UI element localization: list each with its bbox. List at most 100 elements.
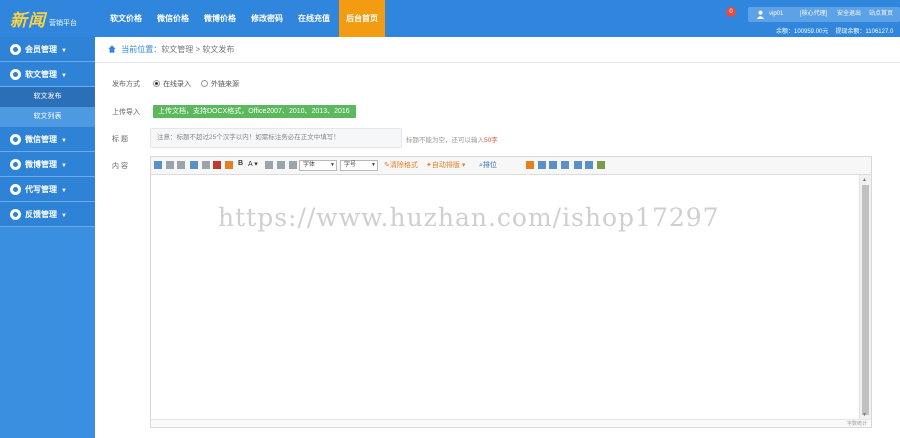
user-name: vip01 <box>769 11 784 17</box>
insert-row-icon[interactable] <box>549 161 557 169</box>
table-icon[interactable] <box>538 161 546 169</box>
logo-subtitle: 营销平台 <box>49 20 77 27</box>
auto-layout-button[interactable]: ✦自动排版 ▾ <box>426 160 465 170</box>
logout-link[interactable]: 安全退出 <box>837 7 861 22</box>
source-code-icon[interactable] <box>154 161 162 169</box>
radio-online[interactable]: 在线录入 <box>153 79 191 89</box>
caret-down-icon: ▼ <box>61 213 67 219</box>
user-icon <box>756 10 765 19</box>
radio-checked-icon <box>153 80 160 87</box>
radio-external-label: 外链来源 <box>211 81 239 88</box>
font-family-value: 字体 <box>303 162 316 168</box>
notification-badge: 0 <box>726 7 736 17</box>
upload-label: 上传导入 <box>112 109 140 116</box>
more-icon[interactable] <box>597 161 605 169</box>
sidebar-item-label: 反馈管理 <box>25 210 57 219</box>
circle-icon <box>10 159 21 170</box>
withdraw-text: 提现余额：1106127.0 <box>835 29 894 35</box>
caret-down-icon: ▼ <box>61 188 67 194</box>
home-icon <box>108 45 116 53</box>
clear-format-label: 清除格式 <box>389 162 418 169</box>
sidebar-item-weibo[interactable]: 微博管理 ▼ <box>0 152 95 177</box>
clear-format-button[interactable]: ✎清除格式 <box>384 160 418 170</box>
word-count: 字数统计 <box>846 421 867 427</box>
breadcrumb-label: 当前位置： <box>121 45 162 54</box>
editor-scrollbar[interactable]: ▲ ▼ <box>859 175 871 419</box>
nav-admin-home[interactable]: 后台首页 <box>339 0 385 37</box>
align-right-icon[interactable] <box>289 161 297 169</box>
sidebar-item-label: 微博管理 <box>25 160 57 169</box>
emoticon-icon[interactable] <box>526 161 534 169</box>
redo-icon[interactable] <box>177 161 185 169</box>
scrollbar-thumb[interactable] <box>862 185 869 415</box>
chevron-down-icon: ▼ <box>330 162 335 168</box>
scroll-up-icon[interactable]: ▲ <box>862 177 867 183</box>
font-color-icon[interactable]: A ▾ <box>248 160 258 168</box>
title-hint-text: 标题不能为空，还可以输入 <box>406 137 484 144</box>
radio-unchecked-icon <box>201 80 208 87</box>
sort-button[interactable]: ⌕排位 <box>479 160 497 170</box>
caret-down-icon: ▼ <box>61 73 67 79</box>
bold-icon[interactable]: B <box>238 160 243 167</box>
sidebar-item-label: 软文管理 <box>25 70 57 79</box>
top-nav: 软文价格 微信价格 微博价格 修改密码 在线充值 后台首页 <box>104 0 388 37</box>
nav-online-recharge[interactable]: 在线充值 <box>292 0 336 37</box>
nav-wechat-price[interactable]: 微信价格 <box>151 0 195 37</box>
balance-text: 余额：100959.00元 <box>776 29 829 35</box>
align-left-icon[interactable] <box>265 161 273 169</box>
merge-cells-icon[interactable] <box>574 161 582 169</box>
link-icon[interactable] <box>190 161 198 169</box>
sidebar-item-member[interactable]: 会员管理 ▼ <box>0 37 95 62</box>
rich-text-editor: B A ▾ 字体 ▼ 字号 ▼ ✎清除格式 ✦自动排版 ▾ ⌕排位 ▲ ▼ 字数统计 <box>150 156 872 428</box>
sidebar-item-label: 会员管理 <box>25 45 57 54</box>
insert-column-icon[interactable] <box>561 161 569 169</box>
radio-external[interactable]: 外链来源 <box>201 79 239 89</box>
undo-icon[interactable] <box>166 161 174 169</box>
title-label: 标 题 <box>112 136 128 143</box>
sidebar-item-wechat[interactable]: 微信管理 ▼ <box>0 127 95 152</box>
sort-label: 排位 <box>482 162 497 169</box>
sidebar-item-label: 代写管理 <box>25 185 57 194</box>
font-size-value: 字号 <box>344 162 357 168</box>
caret-down-icon: ▼ <box>61 48 67 54</box>
caret-down-icon: ▼ <box>61 138 67 144</box>
auto-layout-label: 自动排版 <box>431 162 460 169</box>
breadcrumb: 当前位置：软文管理 > 软文发布 <box>95 37 900 63</box>
sidebar-item-soft-article[interactable]: 软文管理 ▼ <box>0 62 95 87</box>
account-balance-line: 余额：100959.00元 提现余额：1106127.0 <box>776 26 900 35</box>
image-icon[interactable] <box>213 161 221 169</box>
align-center-icon[interactable] <box>277 161 285 169</box>
editor-statusbar: 字数统计 <box>151 419 871 427</box>
logo[interactable]: 新闻 营销平台 <box>0 0 95 37</box>
insert-image-icon[interactable] <box>225 161 233 169</box>
sidebar: 会员管理 ▼ 软文管理 ▼ 软文发布 软文列表 微信管理 ▼ 微博管理 ▼ 代写管理 ▼ … <box>0 37 95 438</box>
title-hint: 标题不能为空，还可以输入50字 <box>406 134 498 144</box>
nav-weibo-price[interactable]: 微博价格 <box>198 0 242 37</box>
top-bar: 新闻 营销平台 软文价格 微信价格 微博价格 修改密码 在线充值 后台首页 0 … <box>0 0 900 37</box>
sidebar-item-feedback[interactable]: 反馈管理 ▼ <box>0 202 95 227</box>
user-box: vip01 [核心代理] 安全退出 站点首页 <box>748 7 900 22</box>
logo-text: 新闻 <box>10 11 46 31</box>
nav-change-password[interactable]: 修改密码 <box>245 0 289 37</box>
circle-icon <box>10 134 21 145</box>
split-cells-icon[interactable] <box>585 161 593 169</box>
circle-icon <box>10 184 21 195</box>
site-home-link[interactable]: 站点首页 <box>869 7 893 22</box>
scroll-down-icon[interactable]: ▼ <box>862 412 867 418</box>
font-size-select[interactable]: 字号 ▼ <box>340 160 378 171</box>
sidebar-subitem-list[interactable]: 软文列表 <box>0 107 95 127</box>
circle-icon <box>10 209 21 220</box>
unlink-icon[interactable] <box>202 161 210 169</box>
upload-document-button[interactable]: 上传文档，支持DOCX格式，Office2007、2010、2013、2016 <box>153 105 356 118</box>
font-family-select[interactable]: 字体 ▼ <box>299 160 337 171</box>
nav-soft-article-price[interactable]: 软文价格 <box>104 0 148 37</box>
publish-mode-label: 发布方式 <box>112 81 140 88</box>
user-level: [核心代理] <box>800 11 828 17</box>
sidebar-item-ghostwrite[interactable]: 代写管理 ▼ <box>0 177 95 202</box>
circle-icon <box>10 44 21 55</box>
notification-bell-icon[interactable]: 0 <box>724 7 738 21</box>
title-input[interactable]: 注意：标题不超过25个汉字以内！如需标注务必在正文中填写！ <box>150 128 402 148</box>
radio-online-label: 在线录入 <box>163 81 191 88</box>
sidebar-subitem-publish[interactable]: 软文发布 <box>0 87 95 107</box>
caret-down-icon: ▼ <box>61 163 67 169</box>
